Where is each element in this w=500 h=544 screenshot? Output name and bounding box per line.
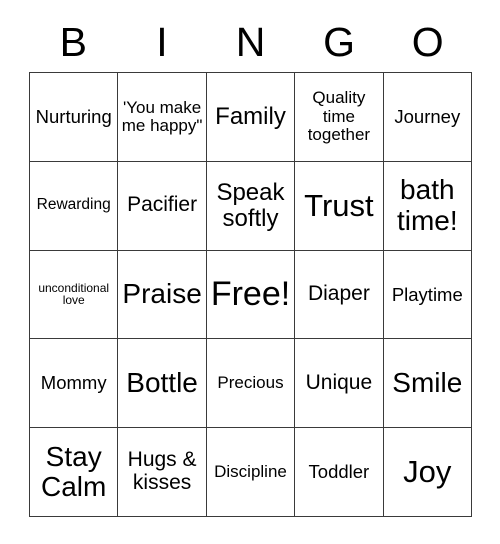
bingo-header-row: B I N G O [29, 14, 472, 72]
bingo-cell[interactable]: unconditional love [30, 250, 119, 340]
bingo-cell-label: Joy [403, 454, 452, 490]
bingo-card: B I N G O Nurturing 'You make me happy" … [29, 14, 472, 517]
bingo-cell[interactable]: Playtime [383, 250, 472, 340]
bingo-cell-label: Stay Calm [41, 440, 107, 503]
bingo-cell[interactable]: Nurturing [30, 73, 119, 162]
bingo-cell-label: Mommy [40, 372, 107, 394]
bingo-cell-label: Rewarding [36, 196, 111, 214]
header-letter-n: N [235, 18, 266, 65]
bingo-cell-label: Toddler [308, 461, 370, 483]
bingo-grid: Nurturing 'You make me happy" Family Qua… [29, 72, 472, 517]
bingo-cell-label: Discipline [214, 461, 287, 481]
bingo-cell-label: Nurturing [35, 105, 112, 127]
bingo-cell-label: Bottle [126, 367, 198, 399]
bingo-cell[interactable]: Discipline [206, 428, 296, 517]
bingo-cell-label: unconditional love [38, 280, 110, 308]
bingo-cell[interactable]: Trust [295, 161, 384, 251]
bingo-cell[interactable]: Diaper [295, 250, 384, 340]
header-letter-g: G [323, 18, 356, 65]
bingo-cell-label: 'You make me happy" [121, 97, 203, 135]
bingo-cell[interactable]: Hugs & kisses [118, 428, 207, 517]
bingo-cell[interactable]: Smile [383, 339, 472, 429]
bingo-cell[interactable]: Rewarding [30, 161, 119, 251]
bingo-cell[interactable]: Toddler [295, 428, 384, 517]
bingo-cell-label: Smile [392, 367, 463, 399]
bingo-cell-label: Unique [305, 370, 373, 394]
bingo-cell[interactable]: bath time! [383, 161, 472, 251]
bingo-cell[interactable]: Speak softly [206, 161, 296, 251]
bingo-cell[interactable]: Precious [206, 339, 296, 429]
bingo-cell[interactable]: 'You make me happy" [118, 73, 207, 162]
bingo-cell-label: Trust [304, 187, 374, 223]
header-letter-i: I [156, 18, 168, 65]
bingo-cell-label: Precious [217, 373, 284, 393]
bingo-cell-label: Free! [210, 275, 291, 314]
bingo-cell-label: Quality time together [307, 88, 371, 145]
bingo-cell-label: Praise [122, 278, 202, 310]
bingo-cell[interactable]: Family [206, 73, 296, 162]
bingo-cell[interactable]: Bottle [118, 339, 207, 429]
bingo-cell[interactable]: Journey [383, 73, 472, 162]
bingo-cell-label: Journey [394, 105, 461, 127]
header-letter-b: B [59, 18, 87, 65]
bingo-cell[interactable]: Unique [295, 339, 384, 429]
bingo-cell[interactable]: Stay Calm [30, 428, 119, 517]
bingo-cell-free[interactable]: Free! [206, 250, 296, 340]
bingo-cell-label: Speak softly [216, 178, 285, 232]
bingo-cell-label: Family [215, 102, 286, 130]
bingo-cell[interactable]: Quality time together [295, 73, 384, 162]
bingo-cell-label: Diaper [307, 282, 370, 306]
bingo-cell-label: Pacifier [127, 193, 198, 217]
bingo-cell-label: Hugs & kisses [127, 448, 197, 495]
bingo-cell[interactable]: Pacifier [118, 161, 207, 251]
bingo-cell[interactable]: Mommy [30, 339, 119, 429]
bingo-cell[interactable]: Praise [118, 250, 207, 340]
bingo-cell-label: bath time! [396, 174, 458, 236]
bingo-cell[interactable]: Joy [383, 428, 472, 517]
header-letter-o: O [411, 18, 444, 65]
bingo-cell-label: Playtime [391, 283, 463, 305]
